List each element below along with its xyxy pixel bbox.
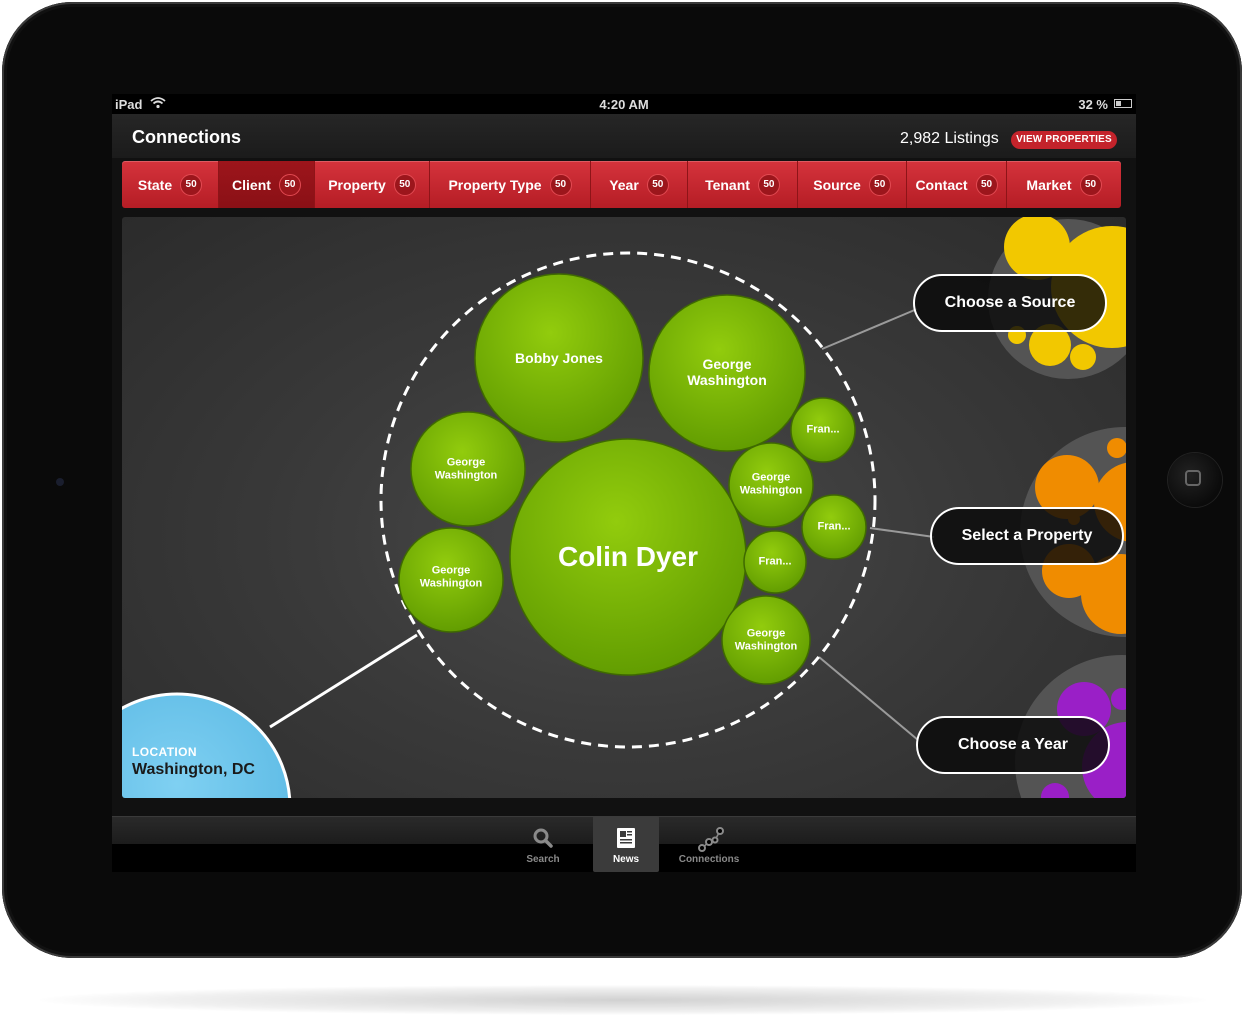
screen: iPad 4:20 AM 32 % Connections 2,982 List… [112,94,1136,872]
tabbar-label: Connections [678,854,740,865]
battery-icon [1114,99,1132,108]
tabbar-label: Search [526,854,560,865]
tab-label: Tenant [705,176,750,193]
tab-count-badge: 50 [1079,173,1102,196]
tab-tenant[interactable]: Tenant 50 [688,161,798,208]
tab-source[interactable]: Source 50 [798,161,907,208]
location-connector [269,633,418,729]
news-icon [614,826,638,850]
tab-property[interactable]: Property 50 [315,161,430,208]
device-shadow [40,985,1206,1015]
tab-label: Property Type [448,176,542,193]
page-title: Connections [132,127,242,147]
tab-label: Market [1026,176,1072,193]
tab-property-type[interactable]: Property Type 50 [430,161,591,208]
tab-client[interactable]: Client 50 [219,161,315,208]
tabbar-news[interactable]: News [593,816,659,872]
status-bar: iPad 4:20 AM 32 % [112,94,1136,114]
bottom-tab-bar: Search News Connections [112,816,1136,872]
bubble-f1-label: Fran... [806,423,840,436]
location-label: LOCATION [132,745,197,759]
tab-count-badge: 50 [393,173,416,196]
tabbar-label: News [612,854,640,865]
tab-label: Source [813,176,861,193]
property-connector [869,527,935,538]
view-properties-button[interactable]: VIEW PROPERTIES [1011,131,1117,149]
tab-year[interactable]: Year 50 [591,161,688,208]
clock: 4:20 AM [599,97,649,112]
bubble-b6-label: George Washington [734,627,798,652]
tab-label: State [137,176,173,193]
bubble-f3-label: Fran... [758,555,792,568]
choose-year-button[interactable]: Choose a Year [916,716,1110,774]
bubble-b3-label: George Washington [434,456,498,481]
tab-count-badge: 50 [549,173,572,196]
tab-contact[interactable]: Contact 50 [907,161,1007,208]
home-button[interactable] [1168,453,1222,507]
choose-source-button[interactable]: Choose a Source [913,274,1107,332]
bubble-b2-label: George Washington [687,355,767,388]
tab-label: Client [232,176,271,193]
search-icon [531,826,555,850]
year-connector [818,656,919,741]
tab-count-badge: 50 [868,173,891,196]
bubble-b5-label: George Washington [739,471,803,496]
tab-market[interactable]: Market 50 [1007,161,1121,208]
bubble-canvas: Colin Dyer Bobby Jones George Washington… [122,217,1126,798]
bubble-f2-label: Fran... [817,520,851,533]
bubble-center-label: Colin Dyer [557,540,699,572]
tab-count-badge: 50 [975,173,998,196]
camera [56,478,64,486]
tab-count-badge: 50 [278,173,301,196]
source-connector [821,308,918,350]
tab-count-badge: 50 [646,173,669,196]
tab-label: Contact [915,176,968,193]
tab-label: Property [328,176,386,193]
listings-count: 2,982 Listings [900,130,999,147]
filter-tabs: State 50 Client 50 Property 50 Property Typ… [122,161,1121,208]
tabbar-connections[interactable]: Connections [676,816,742,872]
battery-percent: 32 % [1078,97,1108,112]
tabbar-search[interactable]: Search [510,816,576,872]
tab-count-badge: 50 [180,173,203,196]
tab-state[interactable]: State 50 [122,161,219,208]
connections-icon [697,826,724,852]
header: Connections 2,982 Listings VIEW PROPERTI… [112,114,1136,158]
select-property-button[interactable]: Select a Property [930,507,1124,565]
bubble-b1-label: Bobby Jones [515,349,603,366]
bubble-b4-label: George Washington [419,564,483,589]
home-square-icon [1185,470,1201,486]
tab-count-badge: 50 [757,173,780,196]
tab-label: Year [609,176,639,193]
location-value: Washington, DC [132,761,255,778]
